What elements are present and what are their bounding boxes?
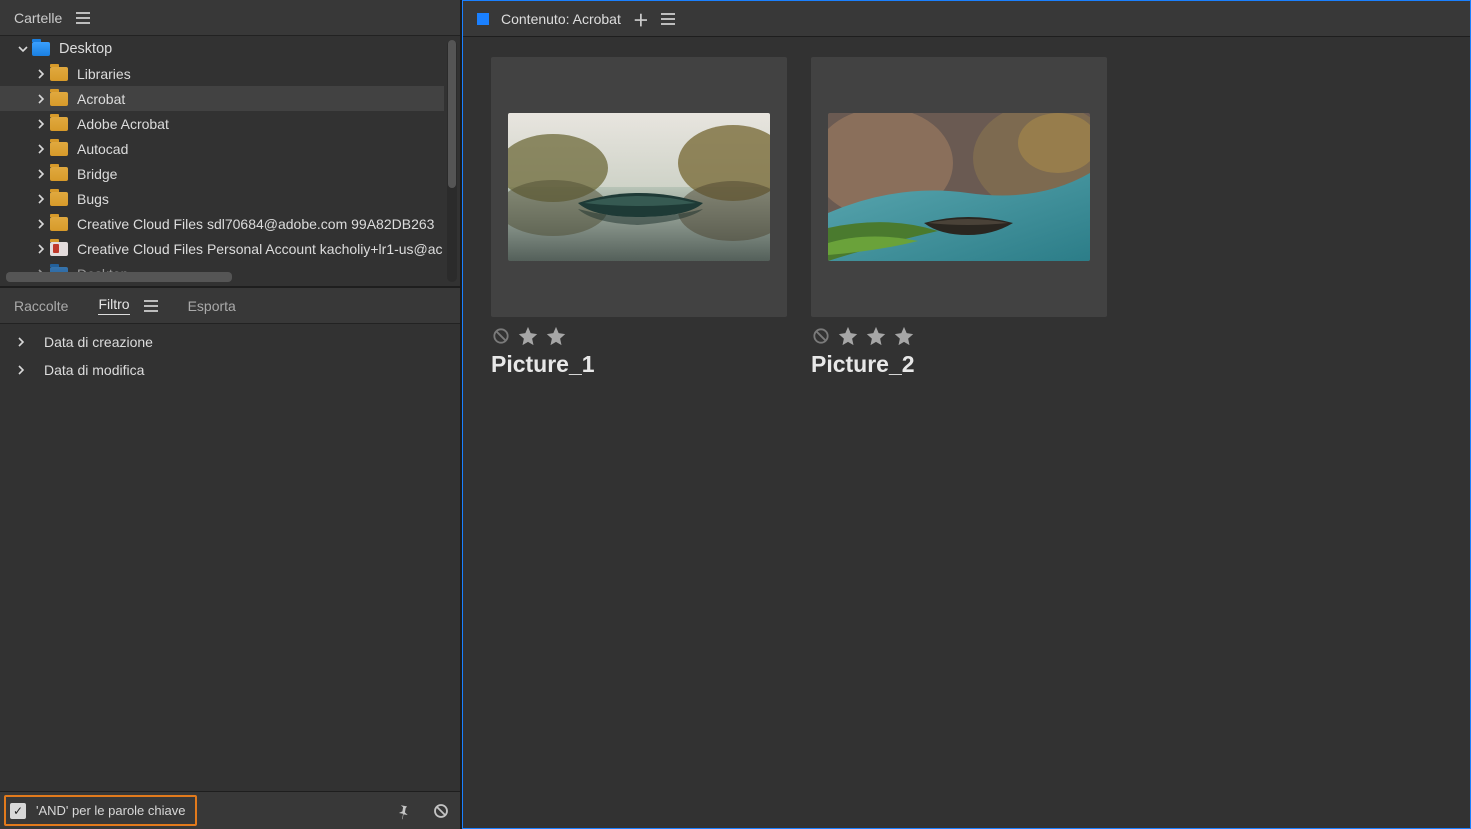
filter-label: Data di modifica <box>44 362 144 378</box>
star-icon[interactable] <box>865 325 887 347</box>
content-title: Contenuto: Acrobat <box>501 11 621 27</box>
tree-item-label: Adobe Acrobat <box>77 116 169 132</box>
tab-raccolte[interactable]: Raccolte <box>14 298 68 314</box>
folder-icon <box>50 67 68 81</box>
tree-root-desktop[interactable]: Desktop <box>0 36 444 61</box>
tree-item-cc-files-2[interactable]: Creative Cloud Files Personal Account ka… <box>0 236 444 261</box>
chevron-right-icon[interactable] <box>32 94 50 104</box>
folder-icon <box>50 167 68 181</box>
tab-esporta[interactable]: Esporta <box>188 298 236 314</box>
content-active-indicator-icon <box>477 13 489 25</box>
rating-row <box>811 325 1107 347</box>
and-keywords-checkbox-wrap[interactable]: ✓ 'AND' per le parole chiave <box>4 795 197 826</box>
reject-icon[interactable] <box>491 326 511 346</box>
filter-row-created[interactable]: Data di creazione <box>0 328 460 356</box>
chevron-right-icon[interactable] <box>32 219 50 229</box>
tab-filtro[interactable]: Filtro <box>98 296 157 315</box>
folder-icon <box>50 242 68 256</box>
tree-item-label: Bugs <box>77 191 109 207</box>
folders-menu-icon[interactable] <box>76 12 90 24</box>
folder-icon <box>32 42 50 56</box>
tree-item-acrobat[interactable]: Acrobat <box>0 86 444 111</box>
star-icon[interactable] <box>893 325 915 347</box>
clear-filter-icon[interactable] <box>432 802 450 820</box>
star-icon[interactable] <box>837 325 859 347</box>
thumbnail-card[interactable]: Picture_1 <box>491 57 787 378</box>
rating-row <box>491 325 787 347</box>
chevron-right-icon[interactable] <box>32 119 50 129</box>
folder-icon <box>50 217 68 231</box>
chevron-right-icon[interactable] <box>32 194 50 204</box>
folder-icon <box>50 142 68 156</box>
folders-panel-header: Cartelle <box>0 0 460 36</box>
tree-item-bridge[interactable]: Bridge <box>0 161 444 186</box>
content-menu-icon[interactable] <box>661 13 675 25</box>
horizontal-scrollbar[interactable] <box>6 272 232 282</box>
star-icon[interactable] <box>545 325 567 347</box>
tree-root-label: Desktop <box>59 41 112 57</box>
thumbnail-image <box>828 113 1090 261</box>
thumbnail-card[interactable]: Picture_2 <box>811 57 1107 378</box>
folder-icon <box>50 117 68 131</box>
filter-menu-icon[interactable] <box>144 300 158 312</box>
tree-item-libraries[interactable]: Libraries <box>0 61 444 86</box>
vertical-scrollbar[interactable] <box>447 40 457 282</box>
chevron-right-icon[interactable] <box>12 365 30 375</box>
tree-item-label: Autocad <box>77 141 128 157</box>
reject-icon[interactable] <box>811 326 831 346</box>
content-header: Contenuto: Acrobat ＋ <box>463 1 1470 37</box>
tree-item-label: Bridge <box>77 166 117 182</box>
and-keywords-label: 'AND' per le parole chiave <box>36 803 185 818</box>
thumbnail-frame <box>811 57 1107 317</box>
chevron-down-icon[interactable] <box>14 44 32 54</box>
folder-icon <box>50 92 68 106</box>
folders-title: Cartelle <box>14 10 62 26</box>
folder-icon <box>50 192 68 206</box>
thumbnail-frame <box>491 57 787 317</box>
filter-body: Data di creazione Data di modifica <box>0 324 460 791</box>
chevron-right-icon[interactable] <box>32 144 50 154</box>
chevron-right-icon[interactable] <box>32 244 50 254</box>
tree-item-label: Libraries <box>77 66 131 82</box>
tab-filtro-label: Filtro <box>98 296 129 315</box>
pin-icon[interactable] <box>394 802 412 820</box>
folder-tree: Desktop Libraries Acrobat Adobe Acrobat <box>0 36 460 288</box>
tree-item-cc-files-1[interactable]: Creative Cloud Files sdl70684@adobe.com … <box>0 211 444 236</box>
chevron-right-icon[interactable] <box>32 169 50 179</box>
filter-label: Data di creazione <box>44 334 153 350</box>
chevron-right-icon[interactable] <box>32 69 50 79</box>
content-body: Picture_1 <box>463 37 1470 828</box>
tree-item-adobe-acrobat[interactable]: Adobe Acrobat <box>0 111 444 136</box>
tree-item-label: Creative Cloud Files sdl70684@adobe.com … <box>77 216 434 232</box>
filter-row-modified[interactable]: Data di modifica <box>0 356 460 384</box>
thumbnail-name: Picture_2 <box>811 351 1107 378</box>
add-tab-icon[interactable]: ＋ <box>633 7 649 31</box>
left-tabs: Raccolte Filtro Esporta <box>0 288 460 324</box>
thumbnail-image <box>508 113 770 261</box>
thumbnail-name: Picture_1 <box>491 351 787 378</box>
tree-item-bugs[interactable]: Bugs <box>0 186 444 211</box>
star-icon[interactable] <box>517 325 539 347</box>
tree-item-autocad[interactable]: Autocad <box>0 136 444 161</box>
tree-item-label: Acrobat <box>77 91 125 107</box>
checkbox-icon[interactable]: ✓ <box>10 803 26 819</box>
tree-item-label: Creative Cloud Files Personal Account ka… <box>77 241 443 257</box>
chevron-right-icon[interactable] <box>12 337 30 347</box>
bottom-strip: ✓ 'AND' per le parole chiave <box>0 791 460 829</box>
